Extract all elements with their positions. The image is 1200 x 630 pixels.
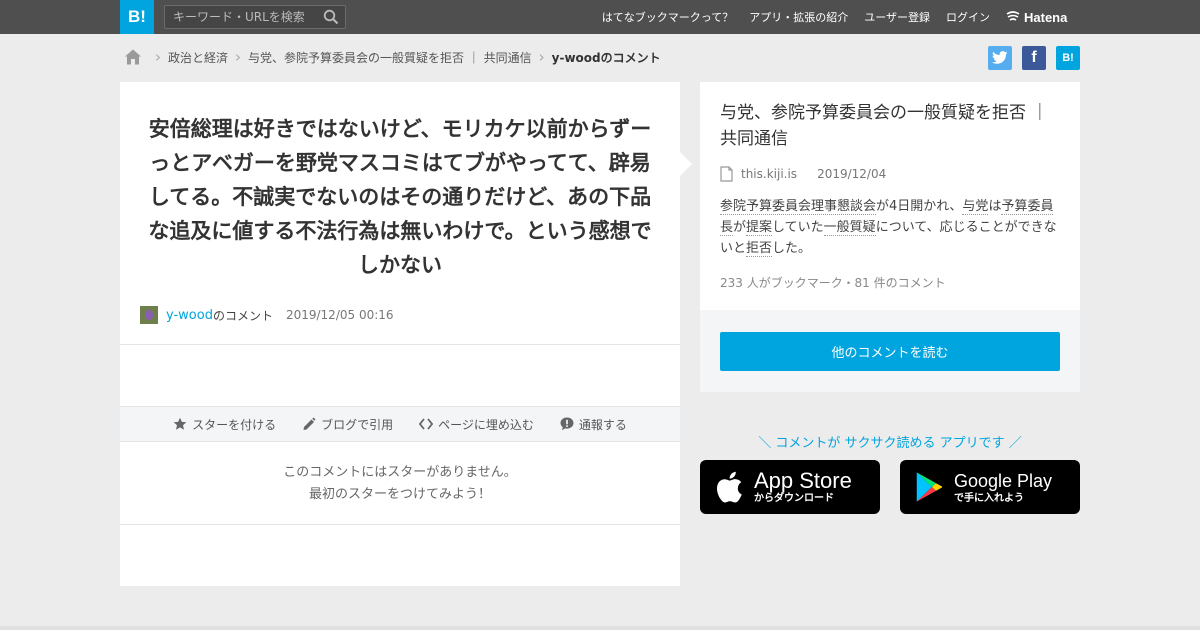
entry-domain[interactable]: this.kiji.is xyxy=(741,167,797,181)
search-icon[interactable] xyxy=(323,9,339,25)
report-button[interactable]: 通報する xyxy=(560,416,627,433)
breadcrumb-current: y-woodのコメント xyxy=(551,50,661,65)
card-pointer xyxy=(680,152,692,176)
share-buttons: f B! xyxy=(988,46,1080,70)
entry-title[interactable]: 与党、参院予算委員会の一般質疑を拒否 ｜ 共同通信 xyxy=(720,100,1065,152)
app-promo-tagline: ＼ コメントが サクサク読める アプリです ／ xyxy=(758,436,1022,451)
page-footer-edge xyxy=(0,626,1200,630)
facebook-icon: f xyxy=(1031,49,1037,66)
author-name-link[interactable]: y-wood xyxy=(166,308,213,323)
nav-about[interactable]: はてなブックマークって？ xyxy=(602,9,733,25)
chevron-right-icon: › xyxy=(155,48,161,66)
keyword-link[interactable]: 与党 xyxy=(962,199,989,215)
entry-meta: this.kiji.is 2019/12/04 xyxy=(720,166,886,182)
breadcrumb-entry[interactable]: 与党、参院予算委員会の一般質疑を拒否 ｜ 共同通信 xyxy=(248,49,532,66)
quote-in-blog-label: ブログで引用 xyxy=(321,417,394,432)
read-other-comments-button[interactable]: 他のコメントを読む xyxy=(720,332,1060,371)
hatena-share-button[interactable]: B! xyxy=(1056,46,1080,70)
top-bar: B! はてなブックマークって？ アプリ・拡張の紹介 ユーザー登録 ログイン Ha… xyxy=(0,0,1200,34)
facebook-share-button[interactable]: f xyxy=(1022,46,1046,70)
document-icon xyxy=(720,166,733,182)
comment-card: 安倍総理は好きではないけど、モリカケ以前からずーっとアベガーを野党マスコミはてブ… xyxy=(120,82,680,586)
twitter-icon xyxy=(992,51,1008,64)
home-icon[interactable] xyxy=(124,48,142,66)
entry-card-footer: 他のコメントを読む xyxy=(700,310,1080,392)
top-nav: はてなブックマークって？ アプリ・拡張の紹介 ユーザー登録 ログイン xyxy=(602,0,990,34)
search-input[interactable] xyxy=(165,6,315,28)
comment-actions: スターを付ける ブログで引用 ページに埋め込む 通報する xyxy=(120,406,680,442)
hatena-bookmark-icon: B! xyxy=(1062,52,1074,64)
hatena-brand[interactable]: Hatena xyxy=(1006,8,1067,26)
keyword-link[interactable]: 拒否 xyxy=(746,241,773,257)
add-star-button[interactable]: スターを付ける xyxy=(173,416,276,433)
pencil-icon xyxy=(302,417,316,431)
summary-text: が4日開かれ、 xyxy=(876,199,963,214)
entry-stats[interactable]: 233 人がブックマーク・81 件のコメント xyxy=(720,274,946,291)
app-store-sublabel: からダウンロード xyxy=(754,493,834,504)
app-store-button[interactable]: App Store からダウンロード xyxy=(700,460,880,514)
google-play-text: Google Play で手に入れよう xyxy=(954,469,1052,505)
summary-text: していた xyxy=(772,220,824,235)
comment-text: 安倍総理は好きではないけど、モリカケ以前からずーっとアベガーを野党マスコミはてブ… xyxy=(148,117,652,277)
divider xyxy=(120,524,680,525)
search-box xyxy=(164,5,346,29)
embed-button[interactable]: ページに埋め込む xyxy=(419,416,534,433)
no-stars-line2: 最初のスターをつけてみよう！ xyxy=(308,487,491,502)
hatena-mark-icon xyxy=(1006,11,1020,21)
summary-text: した。 xyxy=(772,241,812,256)
comment-date[interactable]: 2019/12/05 00:16 xyxy=(286,308,394,322)
google-play-icon xyxy=(916,472,943,502)
nav-login[interactable]: ログイン xyxy=(946,9,990,25)
chevron-right-icon: › xyxy=(538,48,545,66)
chevron-right-icon: › xyxy=(235,48,242,66)
entry-date: 2019/12/04 xyxy=(817,167,887,181)
google-play-label: Google Play xyxy=(954,471,1053,491)
alert-icon xyxy=(560,417,574,431)
author-suffix: のコメント xyxy=(212,308,273,323)
apple-icon xyxy=(716,471,742,503)
avatar[interactable] xyxy=(140,306,158,324)
app-store-label: App Store xyxy=(754,468,852,493)
keyword-link[interactable]: 提案 xyxy=(746,220,773,236)
entry-card: 与党、参院予算委員会の一般質疑を拒否 ｜ 共同通信 this.kiji.is 2… xyxy=(700,82,1080,310)
star-icon xyxy=(173,417,187,431)
entry-summary: 参院予算委員会理事懇談会が4日開かれ、与党は予算委員長が提案していた一般質疑につ… xyxy=(720,196,1060,259)
keyword-link[interactable]: 参院予算委員会理事懇談会 xyxy=(720,199,877,215)
add-star-label: スターを付ける xyxy=(192,417,277,432)
no-stars-message: このコメントにはスターがありません。 最初のスターをつけてみよう！ xyxy=(120,462,680,506)
hatena-bookmark-logo[interactable]: B! xyxy=(120,0,154,34)
summary-text: は xyxy=(988,199,1002,214)
embed-label: ページに埋め込む xyxy=(438,417,534,432)
app-store-text: App Store からダウンロード xyxy=(754,469,852,505)
quote-in-blog-button[interactable]: ブログで引用 xyxy=(302,416,393,433)
twitter-share-button[interactable] xyxy=(988,46,1012,70)
summary-text: が xyxy=(733,220,747,235)
google-play-button[interactable]: Google Play で手に入れよう xyxy=(900,460,1080,514)
google-play-sublabel: で手に入れよう xyxy=(954,493,1024,504)
breadcrumb-category[interactable]: 政治と経済 xyxy=(168,49,228,66)
divider xyxy=(120,344,680,345)
code-icon xyxy=(419,417,434,431)
comment-author-row: y-wood のコメント 2019/12/05 00:16 xyxy=(140,306,394,324)
report-label: 通報する xyxy=(578,417,627,432)
keyword-link[interactable]: 一般質疑 xyxy=(823,220,876,236)
no-stars-line1: このコメントにはスターがありません。 xyxy=(283,465,517,480)
nav-apps[interactable]: アプリ・拡張の紹介 xyxy=(749,9,848,25)
hatena-brand-text: Hatena xyxy=(1024,9,1068,25)
breadcrumb: › 政治と経済 › 与党、参院予算委員会の一般質疑を拒否 ｜ 共同通信 › y-… xyxy=(124,46,661,68)
nav-register[interactable]: ユーザー登録 xyxy=(864,9,930,25)
